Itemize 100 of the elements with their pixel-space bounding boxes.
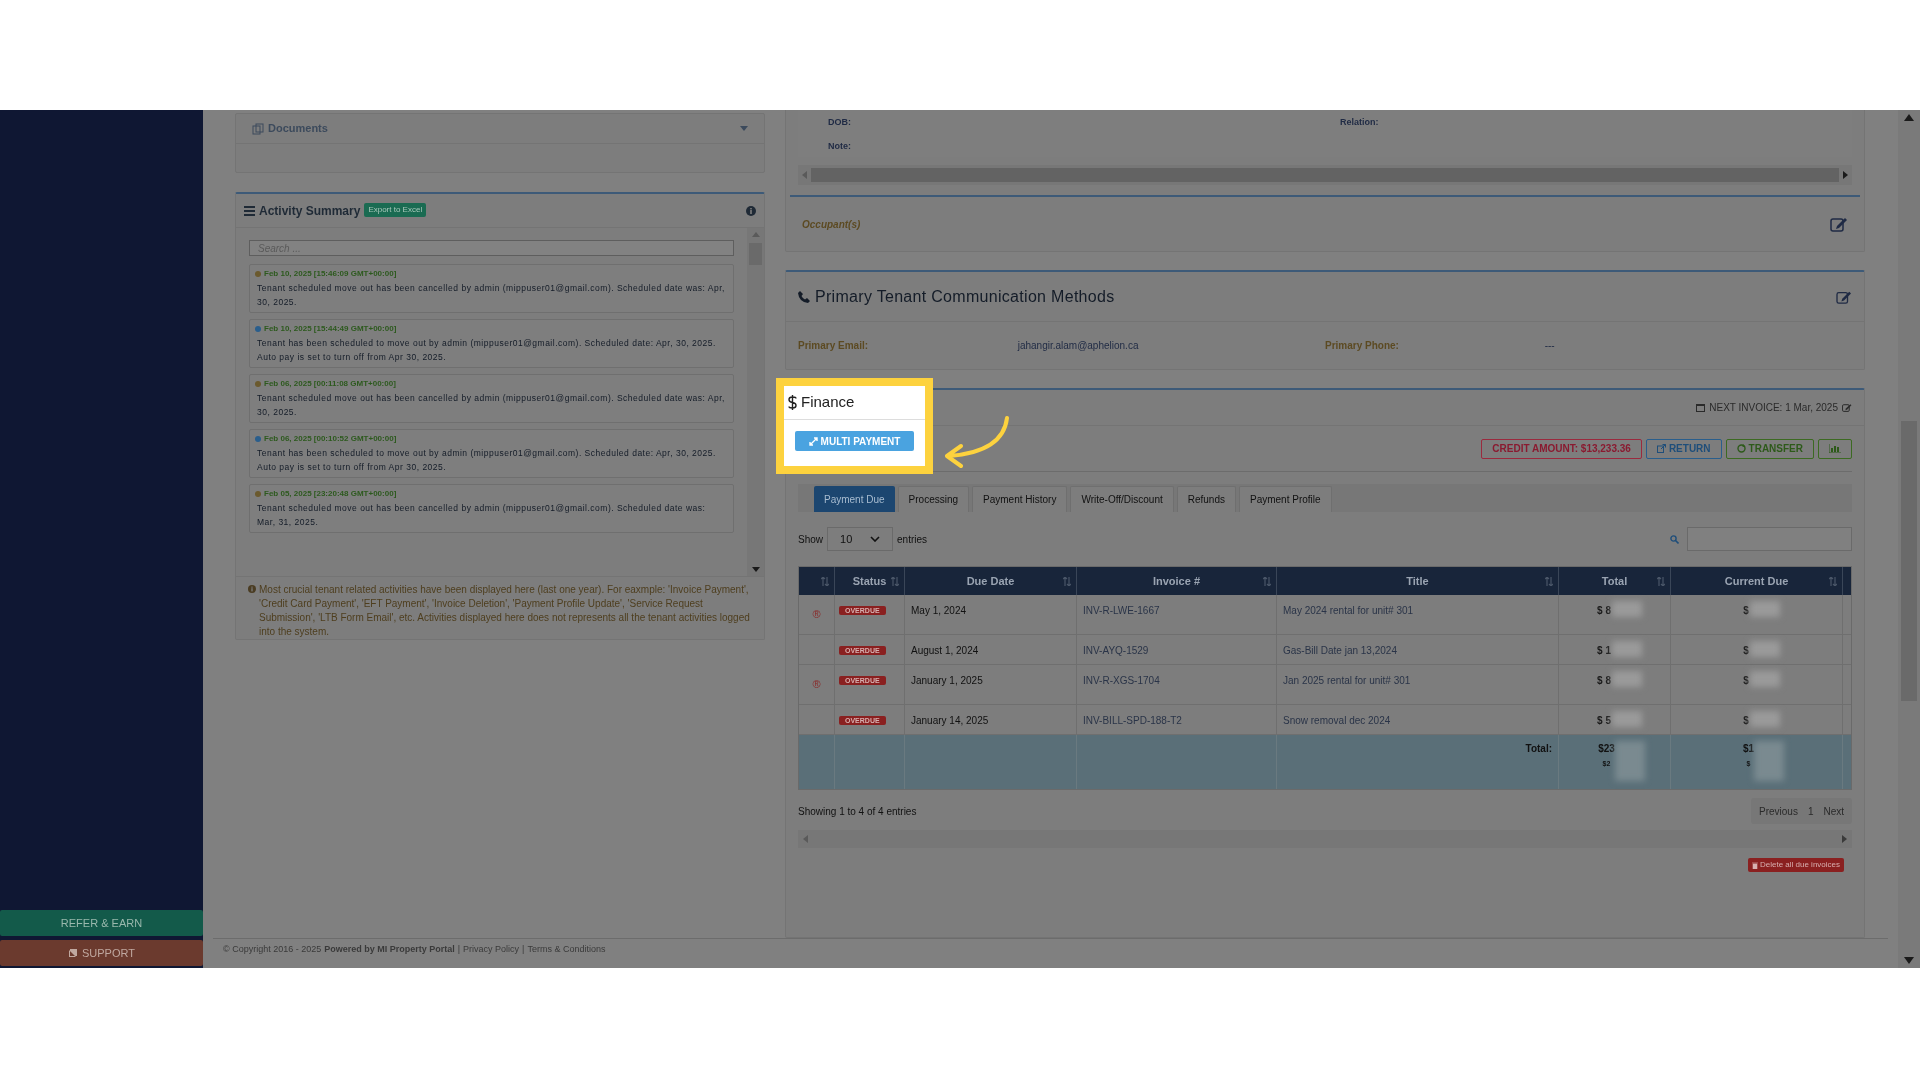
column-header[interactable]: Due Date [905, 567, 1077, 595]
tab[interactable]: Processing [897, 486, 970, 512]
separator: | [457, 943, 461, 956]
table-cell-text: $23 [1598, 742, 1615, 756]
activity-text: Tenant scheduled move out has been cancelled by admin (mippuser01@gmail.com). Scheduled date was: Mar, 31, 2025. [256, 502, 707, 530]
tab[interactable]: Payment Profile [1239, 486, 1332, 512]
next-button[interactable]: Next [1815, 803, 1852, 819]
dropdown-caret-icon[interactable] [740, 126, 748, 131]
field-value: jahangir.alam@aphelion.ca [1017, 339, 1140, 353]
column-header[interactable]: Total [1559, 567, 1671, 595]
edit-icon[interactable] [1842, 403, 1852, 412]
footer-link[interactable]: Privacy Policy [463, 943, 520, 957]
sort-icon [1657, 576, 1665, 586]
previous-button[interactable]: Previous [1750, 803, 1806, 819]
entries-label: entries [897, 532, 928, 547]
section-title: Occupant(s) [802, 217, 861, 232]
multi-payment-button[interactable]: MULTI PAYMENT [795, 431, 914, 451]
table-cell-text: $ 5 [1597, 714, 1611, 728]
sort-icon [1063, 576, 1071, 586]
table-cell: January 14, 2025 [911, 715, 989, 726]
redaction-blur [1611, 711, 1642, 727]
column-header[interactable]: Title [1277, 567, 1559, 595]
scroll-up-icon[interactable] [1904, 114, 1914, 121]
sort-icon [1829, 576, 1837, 586]
table-cell: August 1, 2024 [911, 645, 979, 656]
scroll-right-icon[interactable] [1842, 835, 1847, 843]
info-icon [248, 585, 256, 593]
page-size-select[interactable]: 10 [827, 527, 893, 551]
refer-earn-button[interactable]: REFER & EARN [0, 910, 203, 936]
table-cell-text: $ 1 [1597, 644, 1611, 658]
tab[interactable]: Refunds [1176, 486, 1236, 512]
table-cell-text: $ [1743, 674, 1749, 688]
field-value: --- [1544, 339, 1556, 353]
sort-icon [1545, 576, 1553, 586]
table-cell: INV-R-XGS-1704 [1083, 675, 1160, 686]
table-cell: INV-R-LWE-1667 [1083, 605, 1160, 616]
info-icon[interactable] [746, 205, 756, 216]
scroll-left-icon[interactable] [802, 171, 807, 179]
edit-icon[interactable] [1830, 216, 1848, 232]
tab[interactable]: Payment Due [814, 486, 895, 512]
table-cell-text: $ [1743, 604, 1749, 618]
powered-by-text: Powered by MI Property Portal [324, 943, 455, 956]
panel-title: Primary Tenant Communication Methods [815, 286, 1115, 307]
table-cell-text: $1 [1742, 742, 1755, 756]
sort-icon [821, 576, 829, 586]
registered-mark: ® [812, 607, 821, 623]
activity-timestamp: Feb 06, 2025 [00:10:52 GMT+00:00] [264, 433, 397, 446]
column-header[interactable]: Current Due [1671, 567, 1843, 595]
support-button[interactable]: SUPPORT [0, 940, 203, 966]
separator: | [522, 943, 525, 956]
registered-mark: ® [812, 677, 821, 693]
scroll-left-icon[interactable] [803, 835, 808, 843]
activity-timestamp: Feb 10, 2025 [15:44:49 GMT+00:00] [264, 323, 397, 336]
next-invoice-label: NEXT INVOICE: 1 Mar, 2025 [1709, 401, 1838, 415]
dollar-icon [788, 395, 797, 410]
table-cell-text: $ 8 [1597, 674, 1611, 688]
table-cell: January 1, 2025 [911, 675, 983, 686]
redaction-blur [1749, 671, 1780, 687]
activity-timestamp: Feb 06, 2025 [00:11:08 GMT+00:00] [264, 378, 396, 391]
column-header[interactable]: Invoice # [1077, 567, 1277, 595]
activity-text: Tenant has been scheduled to move out by admin (mippuser01@gmail.com). Scheduled date: Apr, 30, 2025. Auto pay is set to turn off from Apr 30, 2025. [256, 337, 717, 365]
table-cell-text: $ [1743, 714, 1749, 728]
redaction-blur [1754, 741, 1785, 781]
redaction-blur [1749, 641, 1780, 657]
scroll-down-icon[interactable] [1904, 957, 1914, 964]
calendar-icon [1696, 403, 1706, 412]
book-icon [68, 948, 78, 958]
table-cell-text: $ [1743, 644, 1749, 658]
redaction-blur [1749, 711, 1780, 727]
scroll-right-icon[interactable] [1843, 171, 1848, 179]
table-cell: Snow removal dec 2024 [1283, 715, 1391, 726]
external-link-icon [1656, 444, 1666, 453]
tab[interactable]: Write-Off/Discount [1070, 486, 1174, 512]
activity-timestamp: Feb 10, 2025 [15:46:09 GMT+00:00] [264, 268, 397, 281]
table-cell: Jan 2025 rental for unit# 301 [1283, 675, 1411, 686]
search-icon [1670, 534, 1679, 544]
panel-title: Activity Summary [259, 202, 361, 220]
trash-icon [1751, 861, 1758, 869]
delete-invoices-button[interactable]: Delete all due invoices [1747, 858, 1844, 872]
page-button[interactable]: 1 [1805, 803, 1816, 819]
redaction-blur [1749, 601, 1780, 617]
tab[interactable]: Payment History [972, 486, 1068, 512]
field-label: Primary Phone: [1325, 339, 1400, 353]
table-cell-text: $ 8 [1597, 604, 1611, 618]
total-label: Total: [1525, 742, 1552, 756]
table-cell: May 1, 2024 [911, 605, 967, 616]
redaction-blur [1614, 741, 1645, 781]
footer-link[interactable]: Terms & Conditions [527, 943, 606, 957]
caret-icon [870, 536, 880, 542]
sort-icon [1263, 576, 1271, 586]
edit-icon[interactable] [1836, 289, 1852, 304]
chart-button[interactable] [1818, 438, 1852, 459]
export-excel-button[interactable]: Export to Excel [364, 203, 427, 217]
table-cell: May 2024 rental for unit# 301 [1283, 605, 1414, 616]
column-header[interactable]: Status [835, 567, 905, 595]
table-cell: Gas-Bill Date jan 13,2024 [1283, 645, 1397, 656]
info-note: Most crucial tenant related activities have been displayed here (last one year). For eaxmple: 'Invoice Payment', 'Credit Card Payment', 'EFT Payment', 'Invoice Deletion', 'Payment Profile Update', 'Service Request Submission', 'LTB Form Email', etc. Activities displayed here does not represents all the tenant activities logged into the system. [259, 583, 751, 639]
expand-icon [808, 436, 818, 446]
scroll-down-icon[interactable] [751, 567, 760, 572]
table-cell: INV-AYQ-1529 [1083, 645, 1149, 656]
